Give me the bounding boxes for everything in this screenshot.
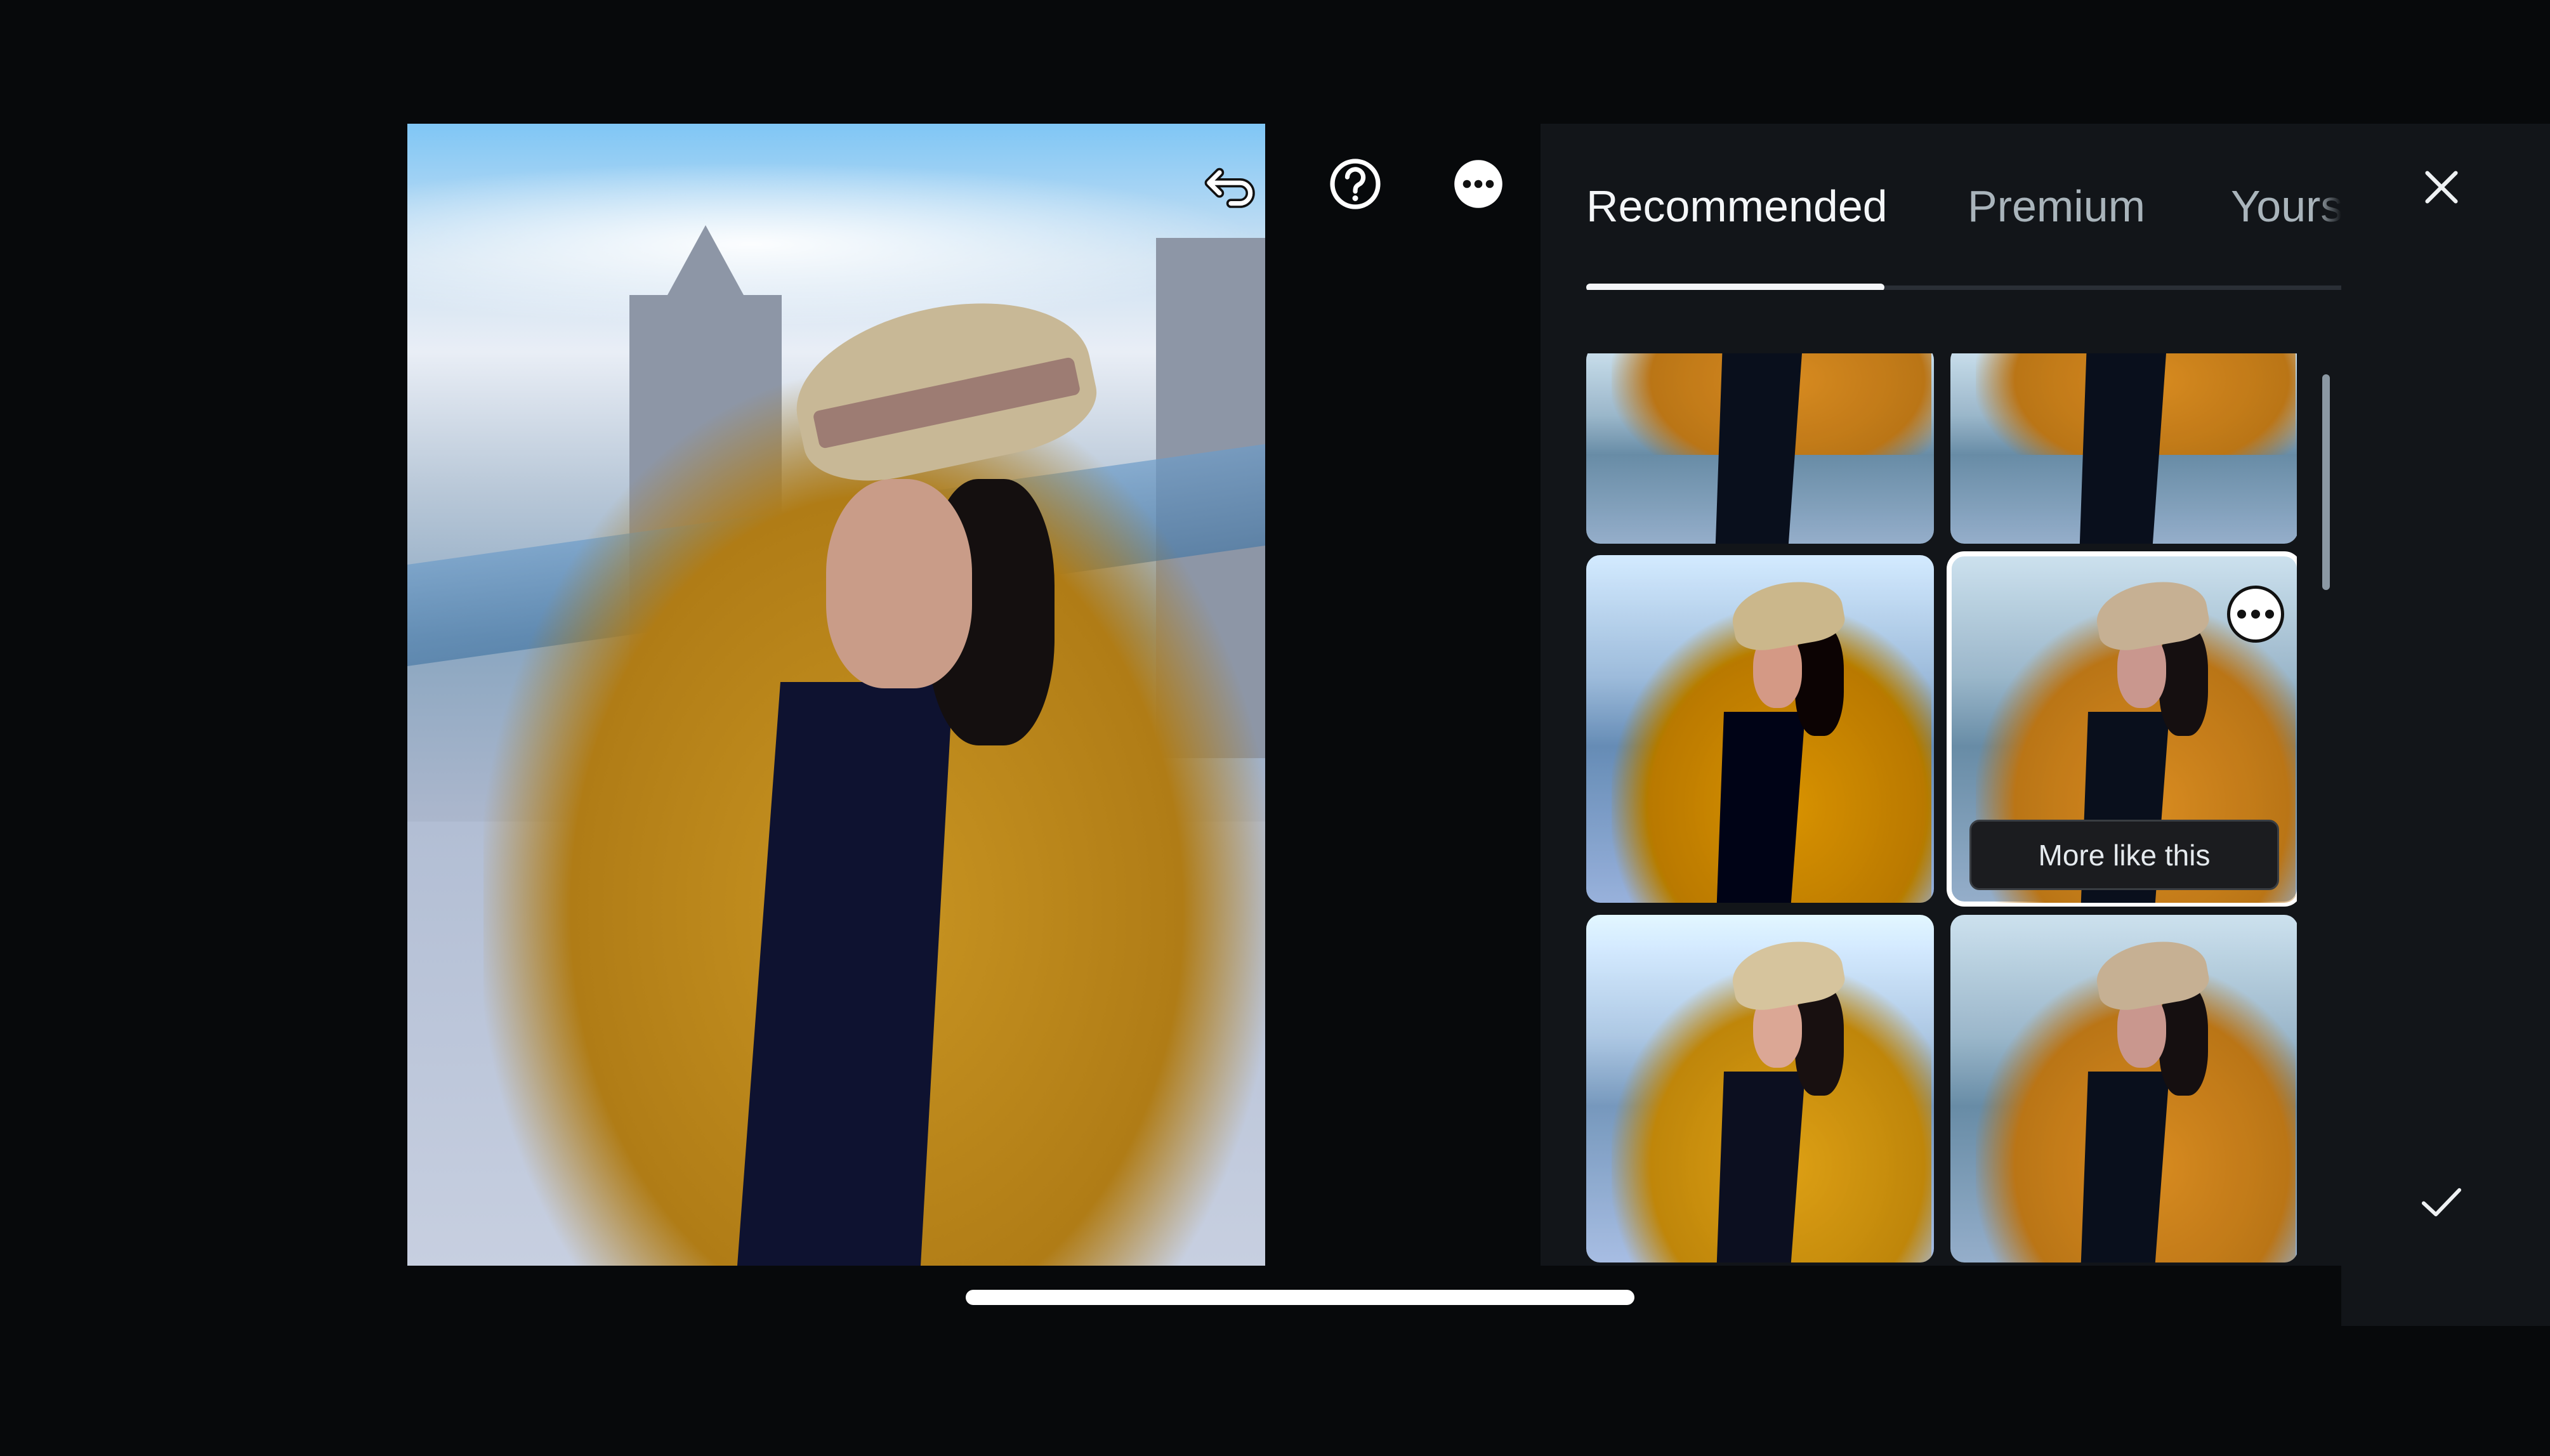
tab-premium[interactable]: Premium xyxy=(1968,181,2145,232)
thumbnail-more-options-button[interactable] xyxy=(2227,586,2284,643)
confirm-button[interactable] xyxy=(2403,1164,2480,1240)
thumb-dress xyxy=(1714,1071,1806,1263)
dot xyxy=(2265,610,2274,619)
preset-grid-scrollbar[interactable] xyxy=(2322,374,2330,590)
close-icon xyxy=(2425,171,2458,204)
more-options-icon xyxy=(1454,160,1502,208)
tab-overflow-fade xyxy=(2316,174,2341,251)
more-options-button[interactable] xyxy=(1447,152,1510,216)
preset-thumbnail[interactable] xyxy=(1586,915,1934,1263)
home-indicator[interactable] xyxy=(966,1290,1634,1305)
thumb-dress xyxy=(1714,353,1806,544)
undo-button[interactable] xyxy=(1199,152,1263,216)
preset-tabs: Recommended Premium Yours xyxy=(1541,124,2341,290)
help-button[interactable] xyxy=(1324,152,1387,216)
main-photo-canvas[interactable] xyxy=(407,124,1265,1266)
presets-panel: Recommended Premium Yours More like this xyxy=(1541,124,2341,1266)
preset-thumbnail-selected[interactable]: More like this xyxy=(1947,551,2297,907)
undo-arrow-icon xyxy=(1204,167,1255,208)
thumb-dress xyxy=(1714,711,1806,903)
thumb-dress xyxy=(2079,353,2170,544)
dot xyxy=(2251,610,2260,619)
right-rail xyxy=(2341,124,2550,1326)
tab-recommended[interactable]: Recommended xyxy=(1586,181,1888,232)
dot xyxy=(2237,610,2246,619)
active-tab-indicator xyxy=(1586,284,1884,290)
photo-clouds xyxy=(407,162,1265,327)
more-like-this-button[interactable]: More like this xyxy=(1969,820,2279,890)
photo-face xyxy=(826,479,972,688)
thumb-dress xyxy=(2079,1071,2170,1263)
checkmark-icon xyxy=(2421,1188,2462,1217)
help-circle-icon xyxy=(1330,159,1381,209)
preset-thumbnail[interactable] xyxy=(1950,915,2297,1263)
preset-grid[interactable]: More like this xyxy=(1586,353,2297,1266)
close-button[interactable] xyxy=(2403,149,2480,225)
preset-thumbnail[interactable] xyxy=(1950,353,2297,544)
preset-thumbnail[interactable] xyxy=(1586,555,1934,903)
preset-thumbnail[interactable] xyxy=(1586,353,1934,544)
